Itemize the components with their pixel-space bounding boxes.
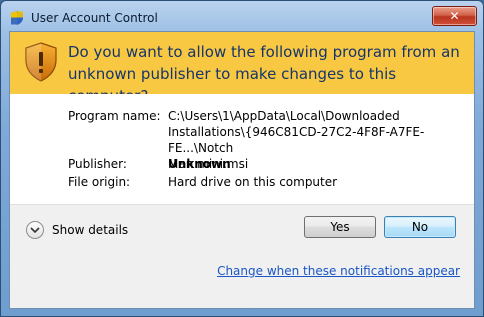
warning-banner: Do you want to allow the following progr… [10, 32, 474, 105]
publisher-value: Unknown [168, 157, 231, 171]
window-title: User Account Control [31, 11, 158, 25]
show-details-label[interactable]: Show details [52, 223, 128, 237]
no-button[interactable]: No [384, 216, 456, 238]
footer-area: Change when these notifications appear [10, 256, 474, 308]
file-origin-value: Hard drive on this computer [168, 175, 338, 189]
title-bar: User Account Control [9, 7, 475, 29]
program-path-line-1: C:\Users\1\AppData\Local\Downloaded [168, 109, 400, 123]
close-button[interactable]: ✕ [432, 6, 477, 26]
file-origin-label: File origin: [68, 175, 131, 189]
chevron-down-icon[interactable] [26, 221, 44, 239]
program-path-line-2: Installations\{946C81CD-27C2-4F8F-A7FE-F… [168, 125, 425, 155]
yes-button[interactable]: Yes [304, 216, 376, 238]
uac-warning-shield-icon [25, 42, 57, 82]
change-notifications-link[interactable]: Change when these notifications appear [217, 264, 460, 278]
dialog-content: Do you want to allow the following progr… [9, 31, 475, 309]
uac-dialog-window: User Account Control ✕ Do you want to al… [0, 0, 484, 317]
publisher-label: Publisher: [68, 157, 127, 171]
close-icon: ✕ [449, 9, 460, 23]
program-name-label: Program name: [68, 109, 161, 123]
uac-shield-icon [11, 11, 23, 25]
button-bar: Show details Yes No [10, 204, 474, 257]
show-details-toggle[interactable]: Show details [26, 221, 128, 239]
program-details: Program name: C:\Users\1\AppData\Local\D… [10, 94, 474, 204]
